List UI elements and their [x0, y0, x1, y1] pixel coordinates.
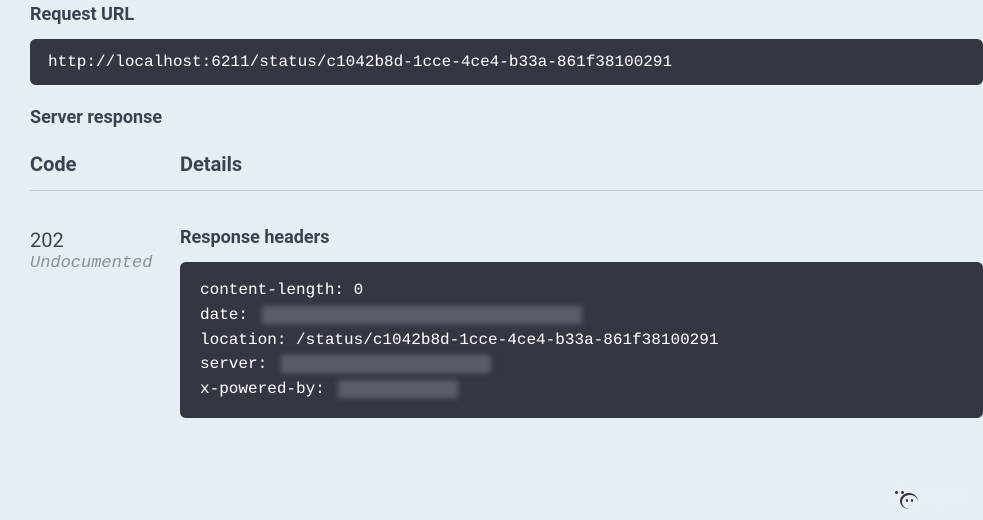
response-code: 202 — [30, 227, 180, 253]
wechat-icon — [890, 486, 918, 510]
header-content-length-value: 0 — [354, 281, 364, 299]
redacted-value — [281, 355, 491, 373]
response-headers-heading: Response headers — [180, 227, 983, 248]
request-url-heading: Request URL — [30, 4, 983, 25]
redacted-value — [262, 306, 582, 324]
redacted-value — [338, 380, 458, 398]
header-content-length-key: content-length — [200, 281, 334, 299]
details-cell: Response headers content-length: 0 date:… — [180, 227, 983, 418]
watermark: My IO — [890, 486, 967, 510]
header-location-value: /status/c1042b8d-1cce-4ce4-b33a-861f3810… — [296, 331, 718, 349]
response-status: Undocumented — [30, 253, 180, 275]
header-location-key: location — [200, 331, 277, 349]
header-date-key: date — [200, 306, 238, 324]
response-table-header: Code Details — [30, 152, 983, 191]
table-row: 202 Undocumented Response headers conten… — [30, 191, 983, 418]
code-cell: 202 Undocumented — [30, 227, 180, 275]
server-response-heading: Server response — [30, 107, 983, 128]
column-header-details: Details — [180, 152, 242, 176]
request-url-value: http://localhost:6211/status/c1042b8d-1c… — [30, 39, 983, 85]
header-server-key: server — [200, 355, 258, 373]
response-headers-block: content-length: 0 date: location: /statu… — [180, 262, 983, 418]
header-x-powered-by-key: x-powered-by — [200, 380, 315, 398]
response-table: Code Details 202 Undocumented Response h… — [30, 152, 983, 418]
column-header-code: Code — [30, 152, 180, 176]
watermark-text: My IO — [924, 488, 967, 508]
